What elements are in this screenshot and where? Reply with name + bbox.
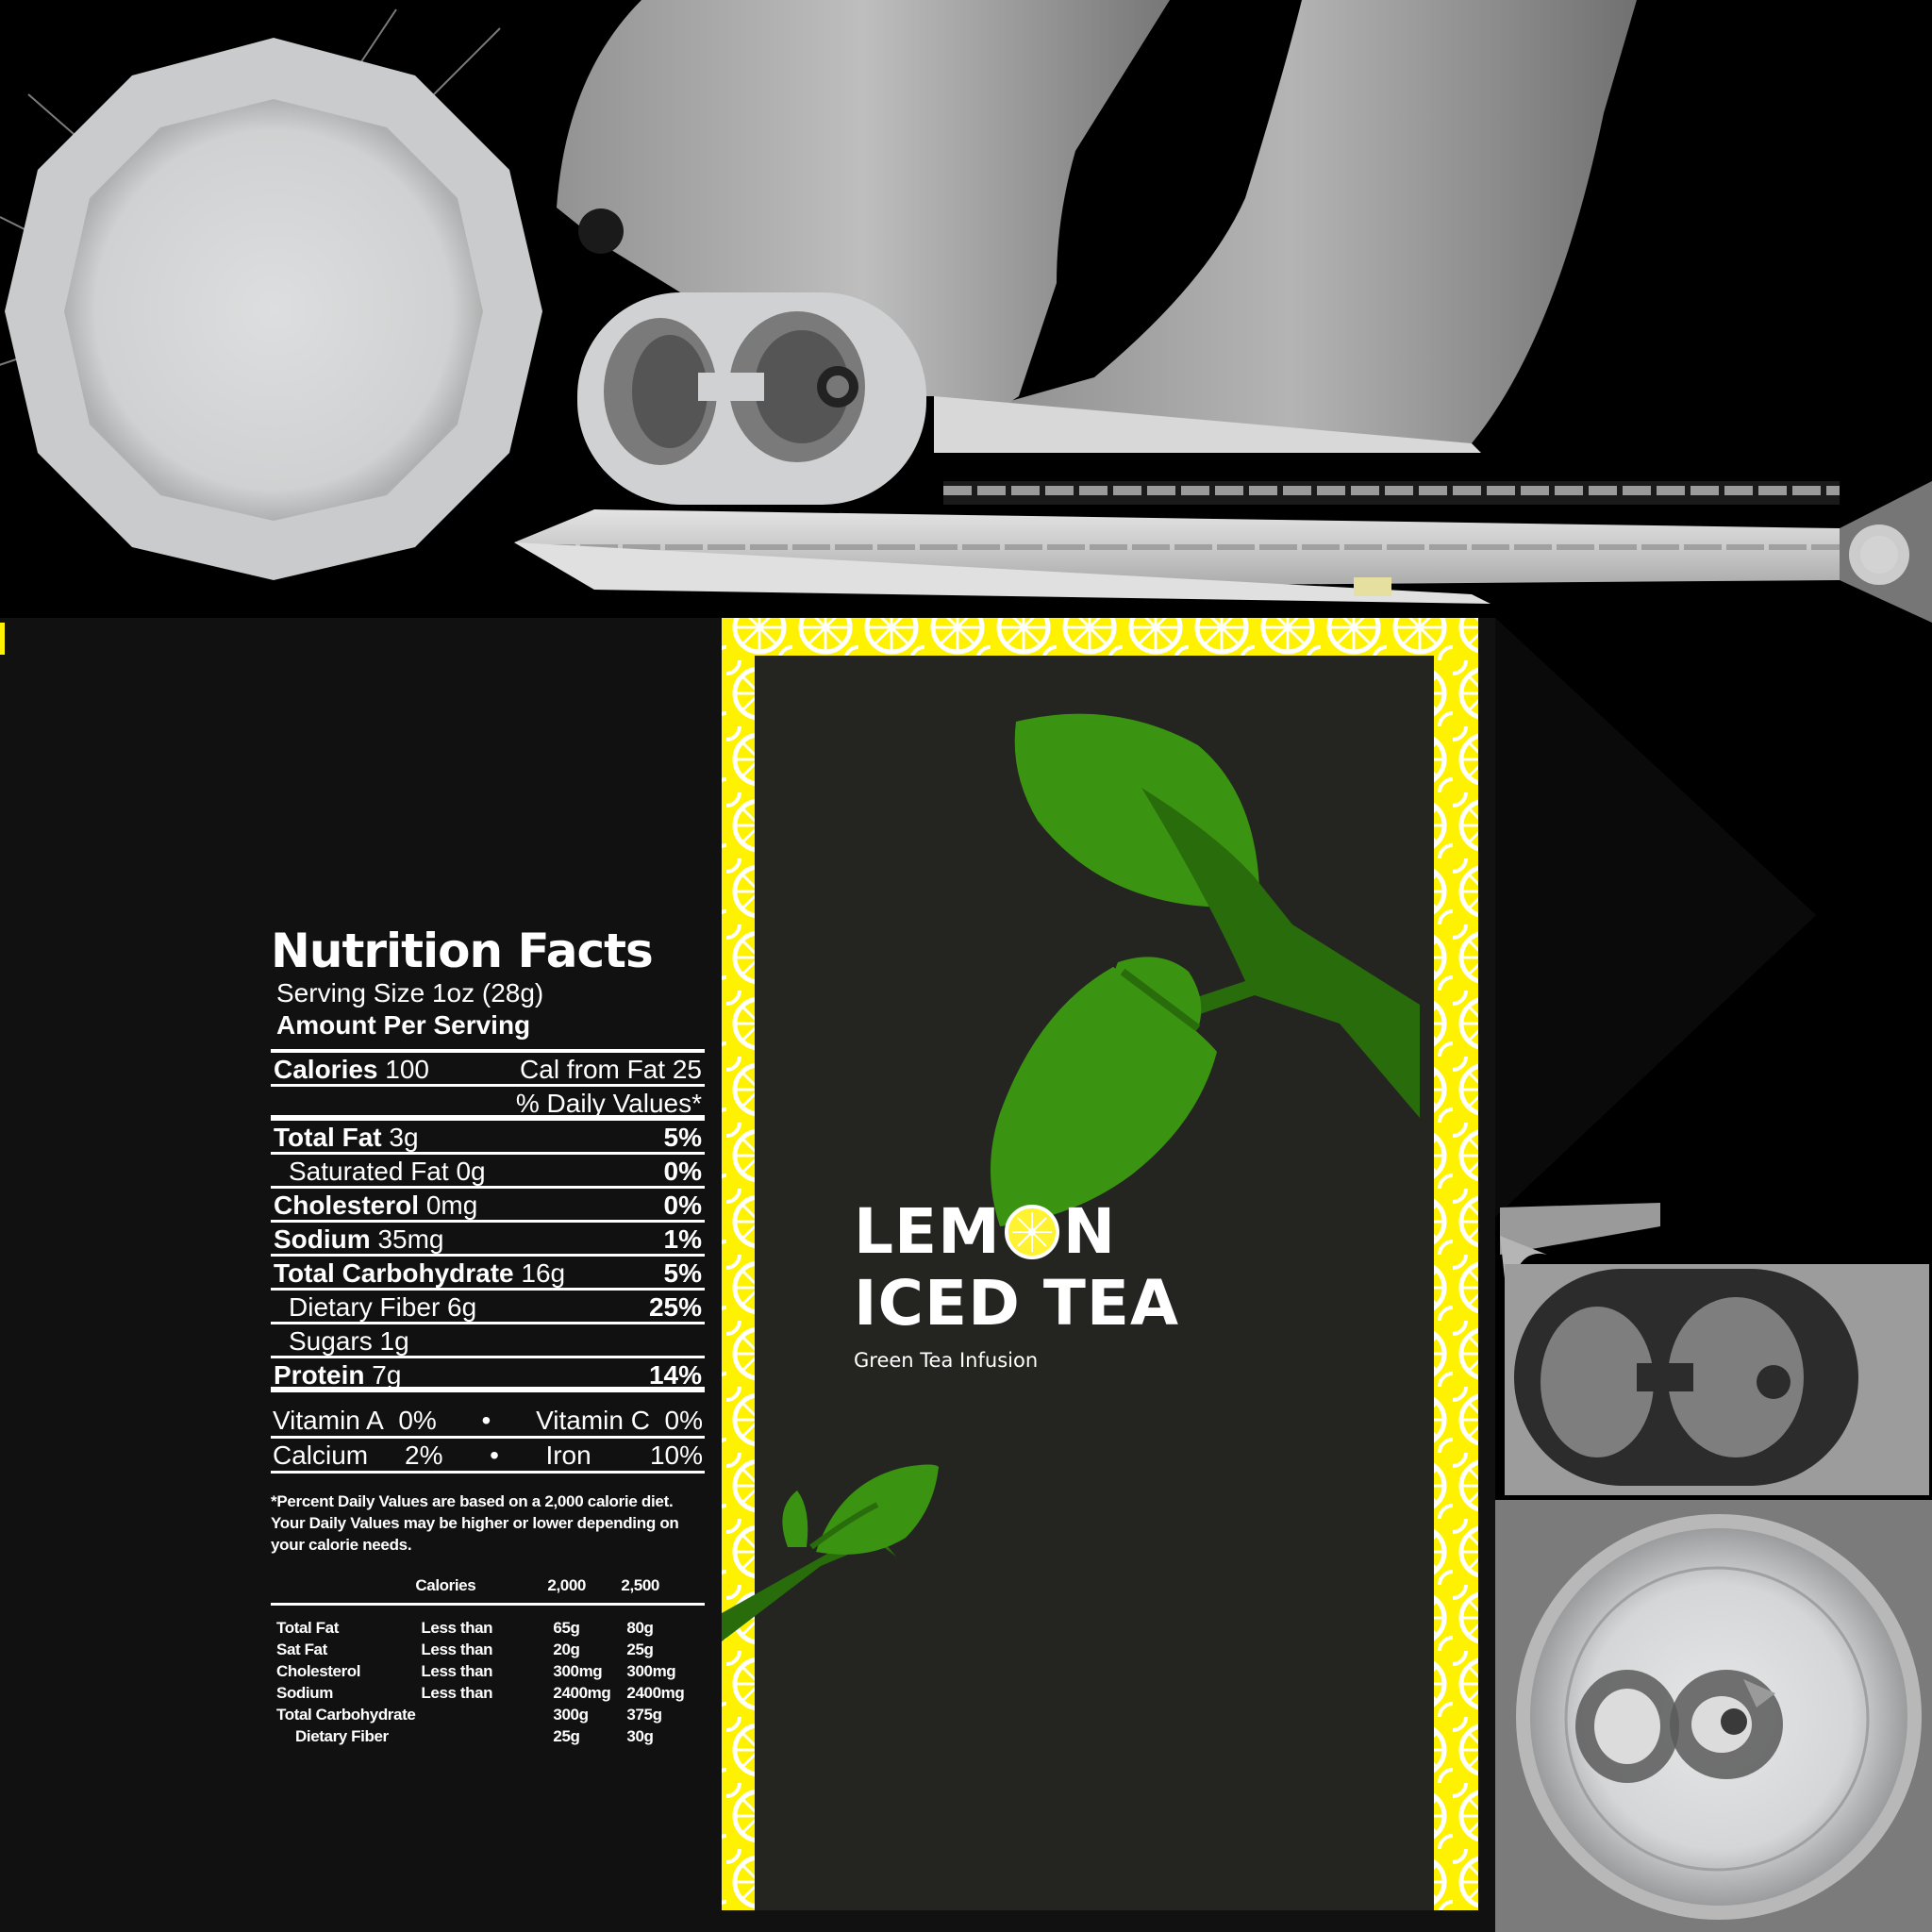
table-cell: Sat Fat	[276, 1641, 327, 1658]
table-cell: Less than	[421, 1619, 493, 1637]
table-cell: 80g	[626, 1619, 654, 1637]
nutrient-label: Protein	[274, 1360, 365, 1390]
vitamin-name: Vitamin C	[536, 1406, 650, 1435]
nutrient-row-cholesterol: Cholesterol 0mg 0%	[271, 1189, 705, 1223]
table-cell	[415, 1704, 547, 1725]
vitamin-value: 0%	[398, 1406, 437, 1435]
brand-text: LEM	[854, 1195, 1001, 1268]
nutrient-dv: 25%	[648, 1292, 702, 1322]
vitamin-row-2: Calcium 2% • Iron 10%	[271, 1439, 705, 1474]
nutrient-amount: 0g	[456, 1157, 486, 1186]
table-cell: 2400mg	[553, 1684, 611, 1702]
nutrient-row-sodium: Sodium 35mg 1%	[271, 1223, 705, 1257]
nutrient-dv: 1%	[663, 1224, 702, 1254]
cal-from-fat: Cal from Fat 25	[520, 1055, 702, 1084]
nutrient-amount: 1g	[379, 1326, 409, 1356]
vitamin-row-1: Vitamin A 0% • Vitamin C 0%	[271, 1404, 705, 1439]
nutrient-dv: 0%	[663, 1191, 702, 1220]
table-cell: 30g	[626, 1727, 654, 1745]
daily-values-table: Calories 2,000 2,500 Total Fat Less than…	[271, 1576, 705, 1747]
vitamin-value: 0%	[664, 1406, 703, 1435]
table-header: Calories	[415, 1576, 548, 1606]
nutrient-label: Cholesterol	[274, 1191, 420, 1220]
serving-size: Serving Size 1oz (28g)	[276, 978, 544, 1008]
table-cell: 300mg	[553, 1662, 603, 1680]
table-cell: Sodium	[276, 1684, 333, 1702]
table-row: Sat Fat Less than 20g 25g	[271, 1639, 705, 1660]
table-cell: 300mg	[626, 1662, 676, 1680]
table-cell: 300g	[553, 1706, 589, 1724]
table-cell: 65g	[553, 1619, 580, 1637]
nutrient-amount: 3g	[389, 1123, 419, 1152]
nutrient-dv: 5%	[663, 1258, 702, 1288]
vitamin-value: 10%	[649, 1441, 703, 1470]
pull-tab-top	[577, 292, 926, 505]
nutrient-amount: 6g	[447, 1292, 477, 1322]
nutrition-facts-panel: Nutrition Facts Serving Size 1oz (28g) A…	[271, 924, 705, 1747]
brand-title-line1: LEM N	[854, 1198, 1179, 1266]
table-row: Total Carbohydrate 300g 375g	[271, 1704, 705, 1725]
brand-subtitle: Green Tea Infusion	[854, 1349, 1039, 1372]
table-cell: Dietary Fiber	[295, 1727, 389, 1745]
brand-block: LEM N ICED TEA Green Tea Infusion	[854, 1198, 1179, 1374]
separator-dot: •	[490, 1441, 499, 1470]
nutrient-row-sugars: Sugars 1g	[271, 1324, 705, 1358]
table-header	[271, 1576, 416, 1606]
table-cell: Less than	[421, 1641, 493, 1658]
nutrient-label: Total Fat	[274, 1123, 382, 1152]
brand-text: N	[1062, 1195, 1117, 1268]
table-row: Total Fat Less than 65g 80g	[271, 1605, 705, 1640]
table-cell: 20g	[553, 1641, 580, 1658]
table-cell: Less than	[421, 1684, 493, 1702]
nutrient-label: Sugars	[289, 1326, 373, 1356]
vitamin-name: Iron	[545, 1441, 591, 1470]
nutrient-row-total-fat: Total Fat 3g 5%	[271, 1121, 705, 1155]
table-cell: Less than	[421, 1662, 493, 1680]
nutrient-dv: 14%	[648, 1360, 702, 1390]
nutrient-amount: 35mg	[377, 1224, 444, 1254]
table-cell	[415, 1725, 547, 1747]
brand-title-line2: ICED TEA	[854, 1267, 1180, 1340]
table-cell: Cholesterol	[276, 1662, 361, 1680]
nutrient-row-total-carbohydrate: Total Carbohydrate 16g 5%	[271, 1257, 705, 1291]
nutrient-dv: 0%	[663, 1157, 702, 1186]
table-cell: 25g	[553, 1727, 580, 1745]
nutrient-label: Total Carbohydrate	[274, 1258, 514, 1288]
nutrient-amount: 0mg	[425, 1191, 478, 1220]
table-row: Dietary Fiber 25g 30g	[271, 1725, 705, 1747]
table-cell: Total Fat	[276, 1619, 339, 1637]
nutrient-label: Sodium	[274, 1224, 371, 1254]
calories-label: Calories	[274, 1055, 378, 1084]
vitamin-value: 2%	[405, 1441, 443, 1470]
nutrient-row-dietary-fiber: Dietary Fiber 6g 25%	[271, 1291, 705, 1324]
calories-row: Calories 100 Cal from Fat 25	[271, 1053, 705, 1087]
table-row: Sodium Less than 2400mg 2400mg	[271, 1682, 705, 1704]
footnote: *Percent Daily Values are based on a 2,0…	[271, 1492, 679, 1554]
table-cell: 375g	[626, 1706, 662, 1724]
label-edge	[0, 623, 5, 655]
table-row: Cholesterol Less than 300mg 300mg	[271, 1660, 705, 1682]
nutrient-row-protein: Protein 7g 14%	[271, 1358, 705, 1392]
can-top-bottom-view	[1495, 1500, 1932, 1932]
nutrient-dv: 5%	[663, 1123, 702, 1152]
table-cell: 25g	[626, 1641, 654, 1658]
table-header: 2,500	[621, 1576, 705, 1606]
table-header: 2,000	[547, 1576, 622, 1606]
vitamin-name: Vitamin A	[273, 1406, 384, 1435]
nutrient-label: Saturated Fat	[289, 1157, 449, 1186]
table-cell: Total Carbohydrate	[276, 1706, 416, 1724]
lemon-slice-icon	[1004, 1205, 1059, 1259]
daily-values-header: % Daily Values*	[515, 1089, 702, 1118]
nutrition-title: Nutrition Facts	[271, 924, 654, 978]
daily-values-header-row: % Daily Values*	[271, 1087, 705, 1121]
separator-dot: •	[481, 1406, 491, 1435]
vitamin-name: Calcium	[273, 1441, 369, 1470]
nutrient-row-saturated-fat: Saturated Fat 0g 0%	[271, 1155, 705, 1189]
nutrient-amount: 16g	[521, 1258, 566, 1288]
table-cell: 2400mg	[626, 1684, 685, 1702]
nutrient-amount: 7g	[372, 1360, 402, 1390]
nutrient-label: Dietary Fiber	[289, 1292, 441, 1322]
amount-per-serving: Amount Per Serving	[276, 1010, 531, 1040]
calories-value: 100	[385, 1055, 429, 1084]
